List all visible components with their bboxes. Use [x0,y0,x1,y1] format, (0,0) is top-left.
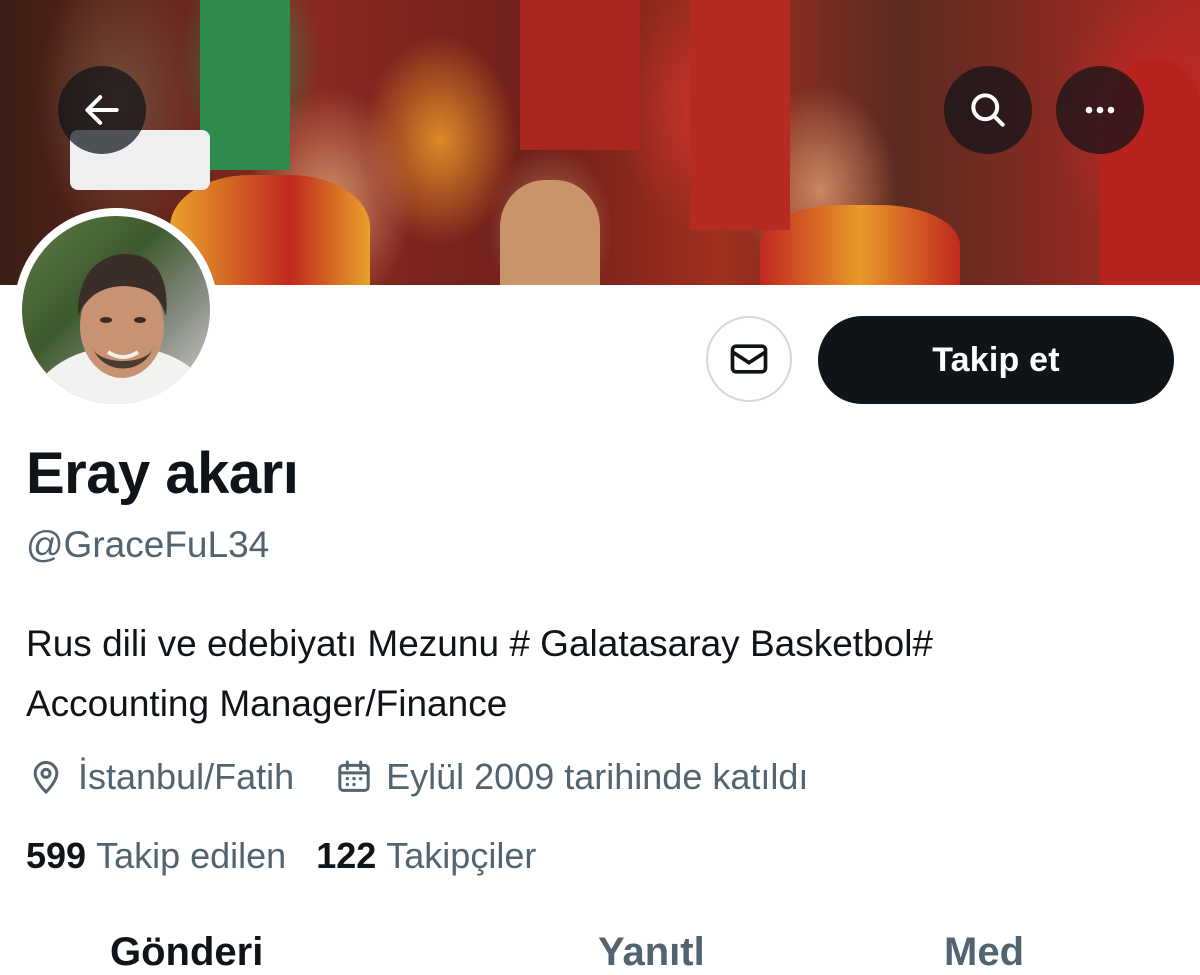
back-button[interactable] [58,66,146,154]
following-count: 599 [26,835,87,876]
search-button[interactable] [944,66,1032,154]
bio-line: Rus dili ve edebiyatı Mezunu # Galatasar… [26,623,934,664]
location: İstanbul/Fatih [26,756,294,798]
bio: Rus dili ve edebiyatı Mezunu # Galatasar… [26,614,1176,734]
avatar[interactable] [14,208,218,412]
location-pin-icon [33,761,59,795]
calendar-icon [338,760,370,792]
avatar-photo [22,216,210,404]
followers-label: Takipçiler [386,835,537,876]
following-label: Takip edilen [96,835,287,876]
message-button[interactable] [706,316,792,402]
follow-stats: 599 Takip edilen 122 Takipçiler [26,835,536,877]
join-date-text: Eylül 2009 tarihinde katıldı [386,756,809,797]
join-date: Eylül 2009 tarihinde katıldı [334,756,808,798]
user-handle: @GraceFuL34 [26,524,270,565]
location-text: İstanbul/Fatih [78,756,295,797]
follow-button[interactable]: Takip et [818,316,1174,404]
follow-button-label: Takip et [932,340,1060,379]
more-horizontal-icon [1085,106,1115,114]
envelope-icon [730,344,768,374]
profile-meta: İstanbul/Fatih Eylül 2009 tarihinde katı… [26,752,808,802]
following-link[interactable]: 599 Takip edilen [26,835,286,877]
display-name: Eray akarı [26,441,299,506]
arrow-left-icon [85,95,119,125]
search-icon [971,93,1005,127]
followers-count: 122 [316,835,377,876]
more-button[interactable] [1056,66,1144,154]
profile-tabs: Gönderi Yanıtl Med [0,930,1200,974]
followers-link[interactable]: 122 Takipçiler [316,835,536,877]
bio-line: Accounting Manager/Finance [26,683,508,724]
